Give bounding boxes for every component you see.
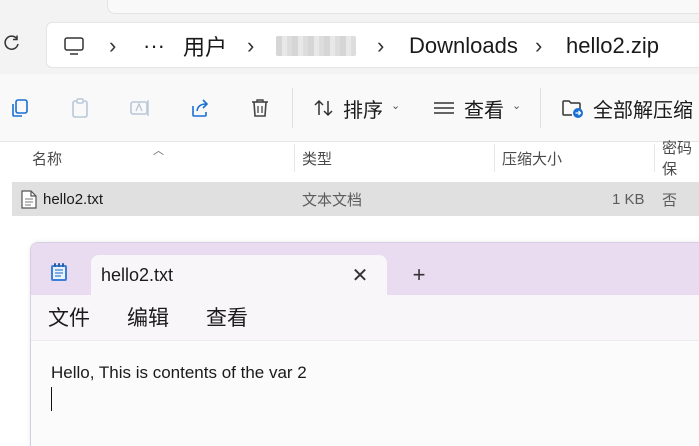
explorer-titlebar: [0, 0, 699, 18]
file-row[interactable]: hello2.txt 文本文档 1 KB 否: [12, 182, 699, 216]
text-caret: [51, 387, 52, 411]
column-divider[interactable]: [654, 144, 655, 172]
notepad-app-icon: [50, 262, 68, 282]
extract-folder-icon: [562, 100, 583, 118]
editor-content[interactable]: Hello, This is contents of the var 2: [51, 363, 307, 383]
extract-all-button[interactable]: 全部解压缩: [561, 92, 693, 124]
chevron-down-icon: ⌄: [391, 99, 401, 112]
column-header-password[interactable]: 密码保: [662, 140, 699, 178]
toolbar-divider: [292, 88, 293, 128]
sort-icon: [314, 99, 333, 117]
paste-icon[interactable]: [68, 96, 92, 120]
text-file-icon: [21, 182, 37, 216]
sort-button[interactable]: 排序 ⌄: [313, 92, 400, 124]
computer-icon[interactable]: [63, 23, 85, 69]
view-list-icon: [434, 102, 454, 114]
column-header-type[interactable]: 类型: [302, 142, 332, 174]
breadcrumb-users[interactable]: 用户: [183, 23, 227, 69]
menu-file[interactable]: 文件: [48, 295, 90, 339]
file-name[interactable]: hello2.txt: [43, 182, 103, 216]
toolbar-divider: [540, 88, 541, 128]
notepad-window: hello2.txt ✕ + 文件 编辑 查看 Hello, This is c…: [30, 242, 699, 446]
notepad-tab-title: hello2.txt: [101, 264, 174, 285]
breadcrumb-downloads[interactable]: Downloads: [409, 23, 518, 69]
menu-view[interactable]: 查看: [206, 295, 248, 339]
breadcrumb[interactable]: › ··· 用户 › › Downloads › hello2.zip: [46, 22, 699, 68]
rename-icon[interactable]: [128, 96, 152, 120]
breadcrumb-username-redacted[interactable]: [276, 36, 356, 56]
chevron-down-icon: ⌄: [512, 99, 522, 112]
file-type: 文本文档: [302, 191, 363, 209]
refresh-icon[interactable]: [2, 32, 22, 54]
breadcrumb-separator: ›: [109, 33, 117, 58]
explorer-tab[interactable]: [107, 0, 699, 14]
command-bar: 排序 ⌄ 查看 ⌄ 全部解压缩: [0, 74, 699, 142]
close-icon[interactable]: ✕: [349, 264, 371, 287]
column-headers: ︿ 名称 类型 压缩大小 密码保: [0, 140, 699, 178]
menu-edit[interactable]: 编辑: [127, 295, 169, 339]
file-password: 否: [662, 191, 678, 209]
breadcrumb-separator: ›: [247, 33, 255, 58]
column-divider[interactable]: [494, 144, 495, 172]
notepad-tab[interactable]: hello2.txt ✕: [91, 255, 387, 295]
column-header-compressed-size[interactable]: 压缩大小: [502, 142, 562, 174]
notepad-menubar: 文件 编辑 查看: [31, 295, 699, 341]
sort-ascending-icon: ︿: [153, 145, 164, 157]
new-tab-icon[interactable]: +: [407, 262, 431, 287]
extract-all-label: 全部解压缩: [593, 99, 693, 122]
breadcrumb-separator: ›: [535, 33, 543, 58]
breadcrumb-zip[interactable]: hello2.zip: [566, 23, 659, 69]
file-size: 1 KB: [612, 190, 645, 208]
delete-icon[interactable]: [248, 96, 272, 120]
column-header-name[interactable]: 名称: [32, 142, 62, 174]
share-icon[interactable]: [188, 96, 212, 120]
view-label: 查看: [464, 99, 504, 122]
copy-icon[interactable]: [8, 96, 32, 120]
breadcrumb-more[interactable]: ···: [143, 23, 165, 69]
notepad-titlebar[interactable]: hello2.txt ✕ +: [31, 243, 699, 295]
breadcrumb-separator: ›: [377, 33, 385, 58]
text-editor[interactable]: Hello, This is contents of the var 2: [31, 341, 699, 446]
sort-label: 排序: [343, 99, 383, 122]
view-button[interactable]: 查看 ⌄: [433, 92, 521, 124]
column-divider[interactable]: [294, 144, 295, 172]
address-bar: › ··· 用户 › › Downloads › hello2.zip: [0, 18, 699, 74]
